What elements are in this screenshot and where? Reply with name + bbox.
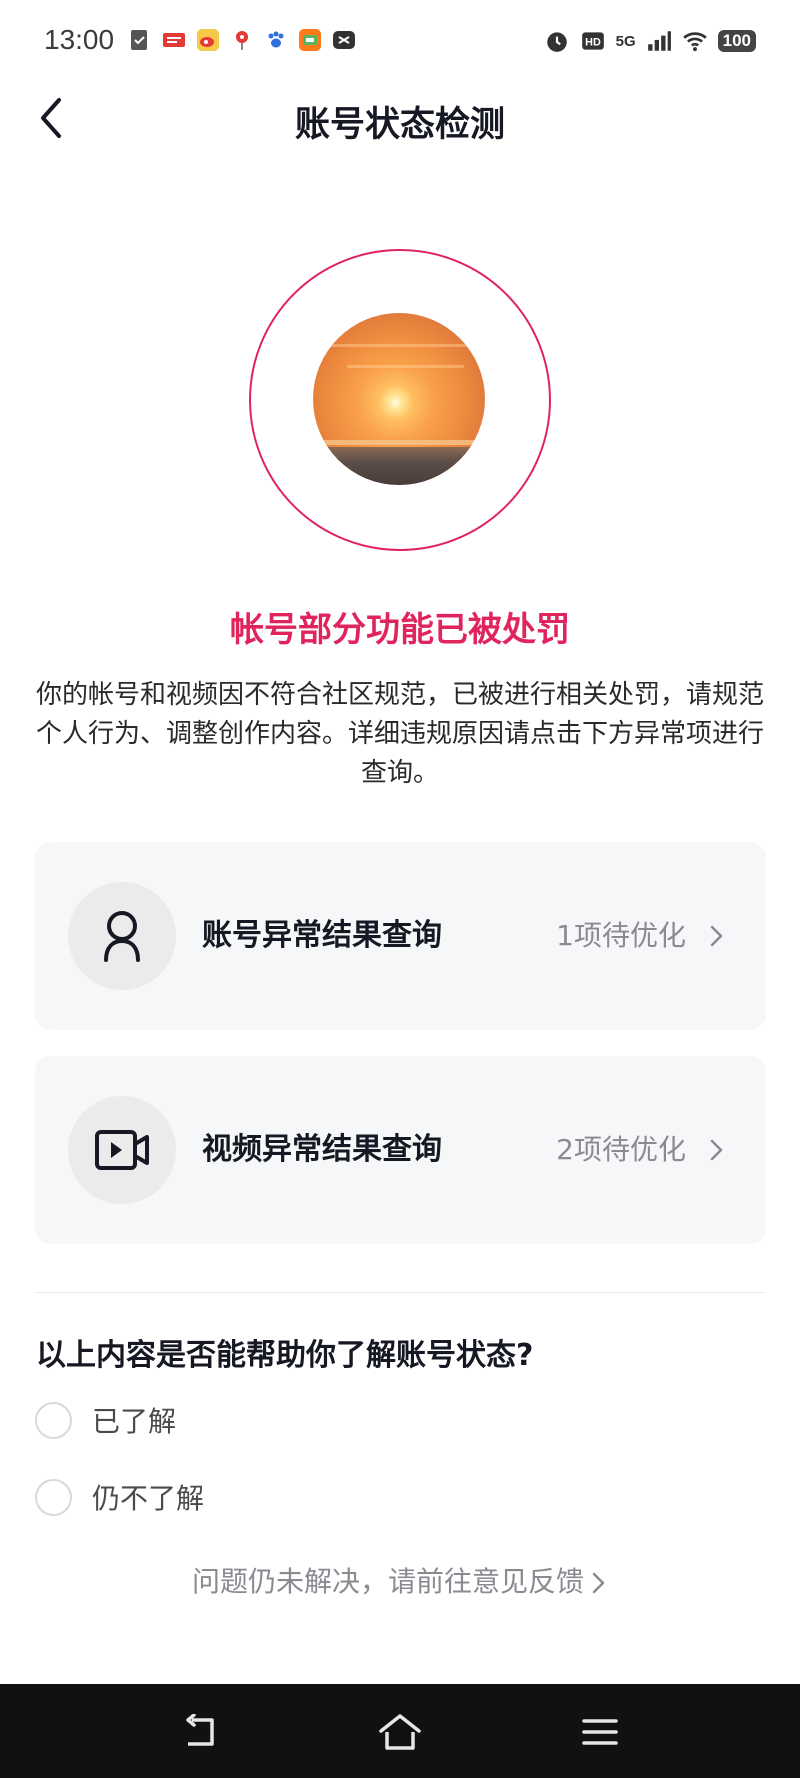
user-icon bbox=[104, 911, 140, 962]
feedback-text: 问题仍未解决，请前往意见反馈 bbox=[191, 1565, 584, 1598]
toutiao-icon bbox=[163, 33, 185, 47]
system-home-button[interactable] bbox=[378, 1710, 422, 1754]
weibo-icon bbox=[197, 29, 219, 51]
account-anomaly-card[interactable]: 账号异常结果查询 1项待优化 bbox=[35, 842, 766, 1030]
card-count: 1项待优化 bbox=[556, 919, 686, 952]
status-bar: 13:00 HD 5G 100 bbox=[0, 0, 800, 86]
system-back-button[interactable] bbox=[178, 1710, 222, 1754]
paw-icon bbox=[268, 31, 284, 48]
hd-icon: HD bbox=[581, 32, 604, 50]
cc-icon bbox=[333, 31, 355, 49]
svg-text:HD: HD bbox=[585, 36, 601, 48]
status-description: 你的帐号和视频因不符合社区规范，已被进行相关处罚，请规范个人行为、调整创作内容。… bbox=[36, 680, 765, 788]
notification-icons bbox=[128, 28, 356, 52]
nav-bar: 账号状态检测 bbox=[0, 86, 800, 152]
menu-icon bbox=[582, 1719, 618, 1745]
system-menu-button[interactable] bbox=[578, 1710, 622, 1754]
video-camera-icon bbox=[95, 1130, 149, 1170]
signal-icon bbox=[647, 31, 671, 51]
status-headline: 帐号部分功能已被处罚 bbox=[230, 610, 570, 650]
home-icon bbox=[379, 1714, 421, 1750]
avatar bbox=[313, 313, 485, 485]
battery-icon: 100 bbox=[717, 30, 756, 52]
video-anomaly-card[interactable]: 视频异常结果查询 2项待优化 bbox=[35, 1056, 766, 1244]
chevron-right-icon bbox=[592, 1572, 605, 1594]
card-count: 2项待优化 bbox=[556, 1133, 686, 1166]
check-icon bbox=[131, 30, 147, 50]
card-icon-container bbox=[68, 882, 176, 990]
option-not-understood[interactable]: 仍不了解 bbox=[35, 1473, 204, 1521]
divider bbox=[35, 1292, 765, 1293]
status-time: 13:00 bbox=[44, 24, 115, 55]
wifi-icon bbox=[682, 32, 707, 52]
card-label: 视频异常结果查询 bbox=[202, 1132, 442, 1167]
system-nav-bar bbox=[0, 1684, 800, 1778]
system-status-icons: HD 5G 100 bbox=[544, 28, 756, 54]
option-label: 已了解 bbox=[92, 1405, 177, 1438]
card-label: 账号异常结果查询 bbox=[202, 918, 442, 953]
chevron-right-icon bbox=[710, 1139, 723, 1161]
option-understood[interactable]: 已了解 bbox=[35, 1396, 176, 1444]
back-arrow-icon bbox=[186, 1714, 214, 1746]
option-label: 仍不了解 bbox=[92, 1482, 205, 1515]
chevron-right-icon bbox=[710, 925, 723, 947]
taobao-icon bbox=[299, 29, 321, 51]
map-pin-icon bbox=[236, 31, 248, 50]
card-icon-container bbox=[68, 1096, 176, 1204]
survey-question: 以上内容是否能帮助你了解账号状态? bbox=[36, 1338, 534, 1373]
feedback-link[interactable]: 问题仍未解决，请前往意见反馈 bbox=[0, 1560, 800, 1600]
radio-button[interactable] bbox=[35, 1478, 72, 1516]
alarm-icon bbox=[546, 32, 567, 52]
network-type: 5G bbox=[615, 32, 636, 50]
radio-button[interactable] bbox=[35, 1401, 72, 1439]
page-title: 账号状态检测 bbox=[294, 105, 505, 145]
